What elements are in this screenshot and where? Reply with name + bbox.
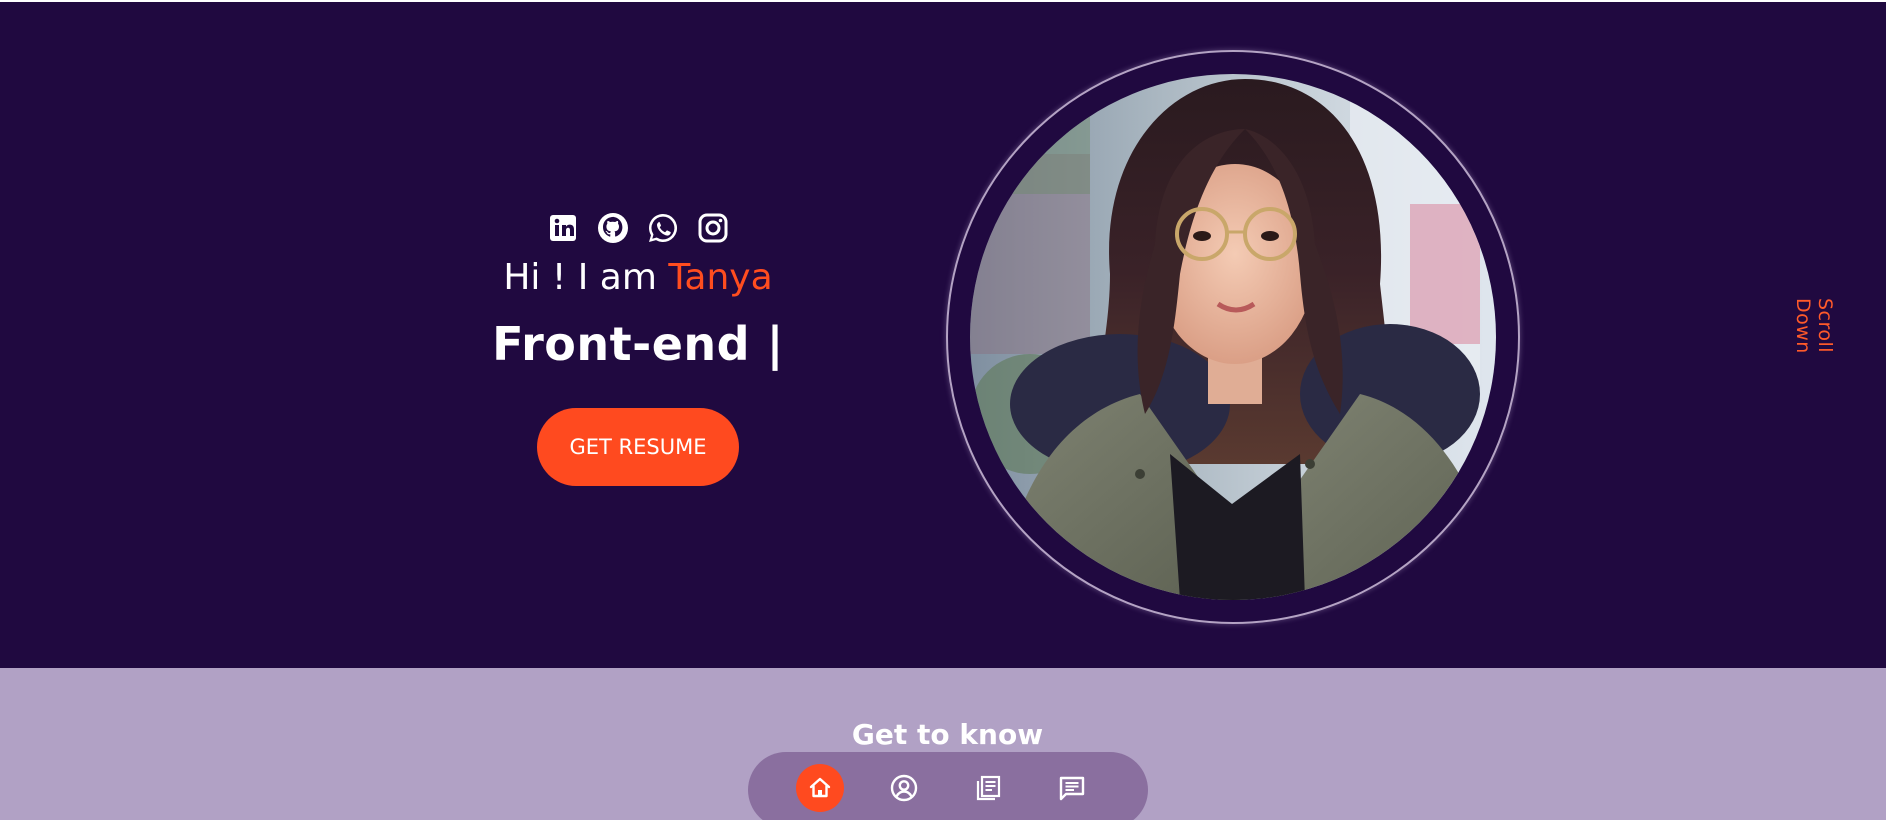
nav-contact-button[interactable]	[1048, 764, 1096, 812]
get-resume-button[interactable]: GET RESUME	[537, 408, 739, 486]
nav-portfolio-button[interactable]	[964, 764, 1012, 812]
person-name: Tanya	[668, 257, 773, 298]
home-icon	[809, 777, 831, 798]
profile-portrait-image	[970, 74, 1496, 600]
hero-intro: Hi ! I am Tanya Front-end | GET RESUME	[450, 210, 826, 486]
portfolio-icon	[976, 775, 1001, 801]
role-typewriter: Front-end |	[492, 317, 784, 371]
linkedin-icon[interactable]	[545, 210, 581, 246]
social-links	[450, 210, 826, 246]
instagram-icon[interactable]	[695, 210, 731, 246]
nav-home-button[interactable]	[796, 764, 844, 812]
greeting-heading: Hi ! I am Tanya	[450, 256, 826, 300]
greeting-prefix: Hi ! I am	[503, 257, 669, 298]
user-icon	[890, 774, 918, 802]
nav-about-button[interactable]	[880, 764, 928, 812]
whatsapp-icon[interactable]	[645, 210, 681, 246]
github-icon[interactable]	[595, 210, 631, 246]
message-icon	[1059, 776, 1085, 801]
bottom-navigation	[748, 752, 1148, 820]
hero-section: Hi ! I am Tanya Front-end | GET RESUME S…	[0, 2, 1886, 668]
page: Hi ! I am Tanya Front-end | GET RESUME S…	[0, 0, 1886, 820]
scroll-down-link[interactable]: Scroll Down	[1792, 298, 1836, 410]
about-title: Get to know	[851, 718, 1044, 751]
